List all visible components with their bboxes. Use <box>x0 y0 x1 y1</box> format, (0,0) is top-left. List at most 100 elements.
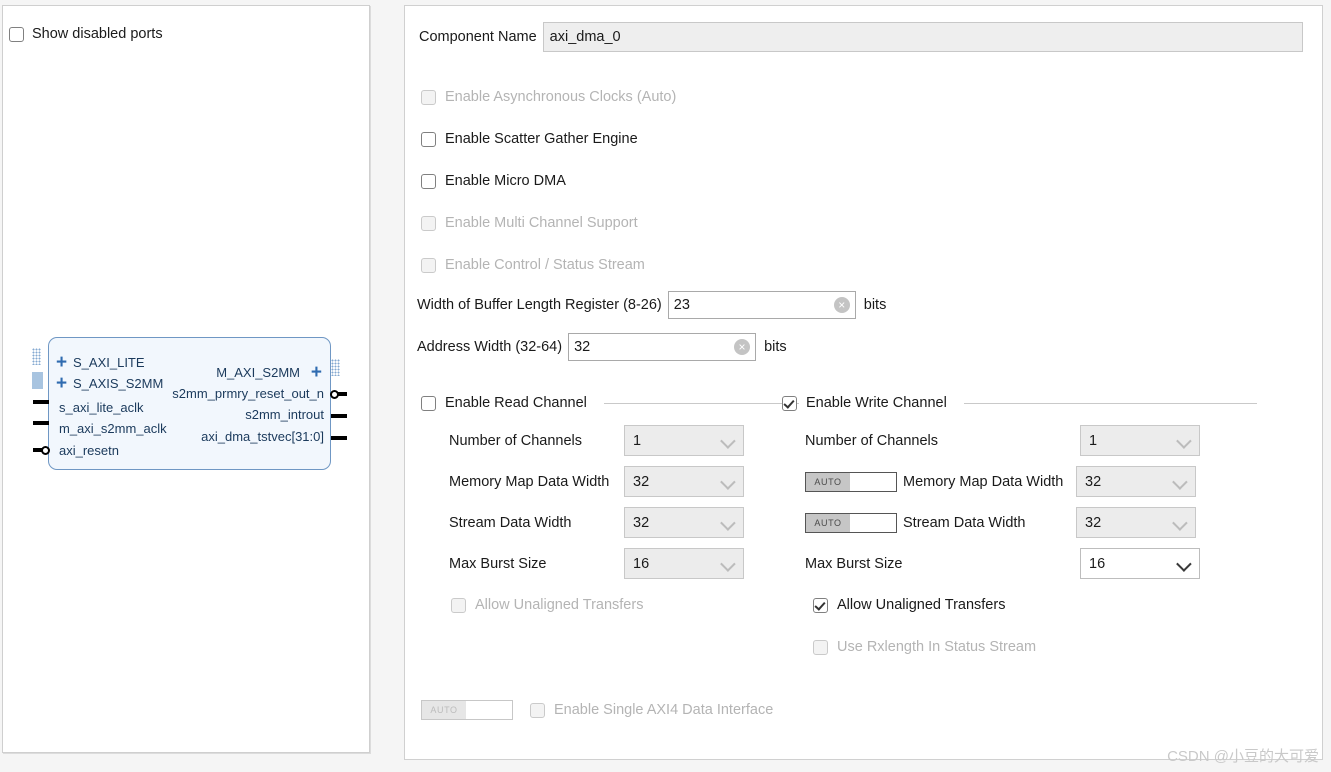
write-max-burst-size-dropdown[interactable]: 16 <box>1080 548 1200 579</box>
port-label-s2mm-prmry-reset-out-n: s2mm_prmry_reset_out_n <box>172 386 324 401</box>
read-max-burst-size-dropdown: 16 <box>624 548 744 579</box>
component-name-label: Component Name <box>419 29 537 45</box>
clear-icon[interactable]: × <box>734 339 751 355</box>
port-label-s-axis-s2mm: S_AXIS_S2MM <box>73 376 164 391</box>
chevron-down-icon[interactable] <box>1176 556 1192 572</box>
enable-write-channel-checkbox[interactable] <box>782 395 797 411</box>
port-label-s-axi-lite-aclk: s_axi_lite_aclk <box>59 400 144 415</box>
buffer-length-register-unit: bits <box>863 297 887 313</box>
chevron-down-icon <box>720 474 736 490</box>
enable-read-channel-label: Enable Read Channel <box>445 395 587 411</box>
read-stream-data-width-value: 32 <box>633 514 650 531</box>
write-stream-data-width-label: Stream Data Width <box>903 514 1026 531</box>
pin-m-axi-s2mm-aclk <box>33 421 49 425</box>
pin-axi-dma-tstvec <box>331 436 347 440</box>
write-use-rxlength-checkbox <box>813 639 828 655</box>
read-memory-map-data-width-value: 32 <box>633 473 650 490</box>
enable-control-status-stream-label: Enable Control / Status Stream <box>445 257 645 273</box>
csdn-watermark: CSDN @小豆的大可爱 <box>1167 748 1319 765</box>
option-enable-scatter-gather[interactable]: Enable Scatter Gather Engine <box>421 131 638 147</box>
read-channel-header[interactable]: Enable Read Channel <box>421 395 799 411</box>
auto-toggle-knob: AUTO <box>806 472 851 491</box>
read-allow-unaligned-transfers-label: Allow Unaligned Transfers <box>475 597 644 613</box>
read-memory-map-data-width-dropdown: 32 <box>624 466 744 497</box>
enable-micro-dma-checkbox[interactable] <box>421 173 436 189</box>
show-disabled-ports-checkbox[interactable] <box>9 26 24 42</box>
enable-single-axi4-data-interface-row: AUTO Enable Single AXI4 Data Interface <box>421 700 773 720</box>
read-allow-unaligned-transfers-row: Allow Unaligned Transfers <box>451 597 643 613</box>
read-memory-map-data-width-row: Memory Map Data Width 32 <box>449 466 744 497</box>
write-allow-unaligned-transfers-label: Allow Unaligned Transfers <box>837 597 1006 613</box>
buffer-length-register-row: Width of Buffer Length Register (8-26) 2… <box>417 291 886 319</box>
address-width-label: Address Width (32-64) <box>417 339 563 355</box>
write-number-of-channels-value: 1 <box>1089 432 1098 449</box>
auto-toggle-knob: AUTO <box>422 701 467 719</box>
write-stream-data-width-row: AUTO Stream Data Width 32 <box>805 507 1196 538</box>
write-max-burst-size-label: Max Burst Size <box>805 555 903 572</box>
write-memory-map-data-width-dropdown: 32 <box>1076 466 1196 497</box>
write-channel-header[interactable]: Enable Write Channel <box>782 395 1257 411</box>
address-width-input[interactable]: 32 × <box>568 333 757 361</box>
read-number-of-channels-value: 1 <box>633 432 642 449</box>
enable-read-channel-checkbox[interactable] <box>421 395 436 411</box>
write-memory-map-data-width-label: Memory Map Data Width <box>903 473 1064 490</box>
write-memory-map-data-width-row: AUTO Memory Map Data Width 32 <box>805 466 1196 497</box>
write-stream-data-width-dropdown: 32 <box>1076 507 1196 538</box>
address-width-value: 32 <box>574 339 591 355</box>
chevron-down-icon <box>720 433 736 449</box>
chevron-down-icon <box>1176 433 1192 449</box>
show-disabled-ports-row[interactable]: Show disabled ports <box>9 26 163 42</box>
port-label-s-axi-lite: S_AXI_LITE <box>73 355 145 370</box>
enable-single-axi4-auto-toggle: AUTO <box>421 700 513 720</box>
clear-icon[interactable]: × <box>833 297 850 313</box>
auto-toggle-knob: AUTO <box>806 513 851 532</box>
read-number-of-channels-row: Number of Channels 1 <box>449 425 744 456</box>
port-label-s2mm-introut: s2mm_introut <box>245 407 324 422</box>
write-allow-unaligned-transfers-checkbox[interactable] <box>813 597 828 613</box>
read-stream-data-width-row: Stream Data Width 32 <box>449 507 744 538</box>
write-use-rxlength-row: Use Rxlength In Status Stream <box>813 639 1036 655</box>
enable-async-clocks-checkbox <box>421 89 436 105</box>
port-label-axi-dma-tstvec: axi_dma_tstvec[31:0] <box>201 429 324 444</box>
enable-single-axi4-label: Enable Single AXI4 Data Interface <box>554 702 774 718</box>
ip-block-symbol: + S_AXI_LITE + S_AXIS_S2MM s_axi_lite_ac… <box>48 337 331 470</box>
enable-scatter-gather-checkbox[interactable] <box>421 131 436 147</box>
write-number-of-channels-row: Number of Channels 1 <box>805 425 1200 456</box>
chevron-down-icon <box>1172 515 1188 531</box>
read-stream-data-width-dropdown: 32 <box>624 507 744 538</box>
option-enable-async-clocks: Enable Asynchronous Clocks (Auto) <box>421 89 676 105</box>
port-label-axi-resetn: axi_resetn <box>59 443 119 458</box>
pin-s2mm-prmry-reset-line <box>337 392 347 396</box>
component-name-input[interactable]: axi_dma_0 <box>542 22 1303 52</box>
write-channel-divider <box>963 402 1257 404</box>
read-memory-map-data-width-label: Memory Map Data Width <box>449 473 610 490</box>
buffer-length-register-label: Width of Buffer Length Register (8-26) <box>417 297 662 313</box>
m-axi-s2mm-expand-icon[interactable]: + <box>311 363 322 382</box>
buffer-length-register-input[interactable]: 23 × <box>667 291 856 319</box>
read-stream-data-width-label: Stream Data Width <box>449 514 572 531</box>
enable-async-clocks-label: Enable Asynchronous Clocks (Auto) <box>445 89 677 105</box>
write-max-burst-size-value: 16 <box>1089 555 1106 572</box>
address-width-row: Address Width (32-64) 32 × bits <box>417 333 787 361</box>
chevron-down-icon <box>720 515 736 531</box>
read-max-burst-size-value: 16 <box>633 555 650 572</box>
buffer-length-register-value: 23 <box>673 297 690 313</box>
enable-micro-dma-label: Enable Micro DMA <box>445 173 566 189</box>
option-enable-control-status-stream: Enable Control / Status Stream <box>421 257 645 273</box>
write-stream-data-width-auto-toggle[interactable]: AUTO <box>805 512 897 533</box>
configuration-panel: Component Name axi_dma_0 Enable Asynchro… <box>404 5 1323 760</box>
s-axi-lite-expand-icon[interactable]: + <box>56 353 67 372</box>
read-number-of-channels-dropdown: 1 <box>624 425 744 456</box>
chevron-down-icon <box>1172 474 1188 490</box>
pin-s-axi-lite-aclk <box>33 400 49 404</box>
s-axis-s2mm-expand-icon[interactable]: + <box>56 374 67 393</box>
port-label-m-axi-s2mm: M_AXI_S2MM <box>216 365 300 380</box>
write-allow-unaligned-transfers-row[interactable]: Allow Unaligned Transfers <box>813 597 1005 613</box>
diagram-panel: Show disabled ports + S_AXI_LITE + S_AXI… <box>2 5 370 753</box>
write-memory-map-data-width-auto-toggle[interactable]: AUTO <box>805 471 897 492</box>
enable-multi-channel-label: Enable Multi Channel Support <box>445 215 638 231</box>
read-number-of-channels-label: Number of Channels <box>449 432 582 449</box>
write-stream-data-width-value: 32 <box>1085 514 1102 531</box>
option-enable-micro-dma[interactable]: Enable Micro DMA <box>421 173 566 189</box>
write-max-burst-size-row: Max Burst Size 16 <box>805 548 1200 579</box>
